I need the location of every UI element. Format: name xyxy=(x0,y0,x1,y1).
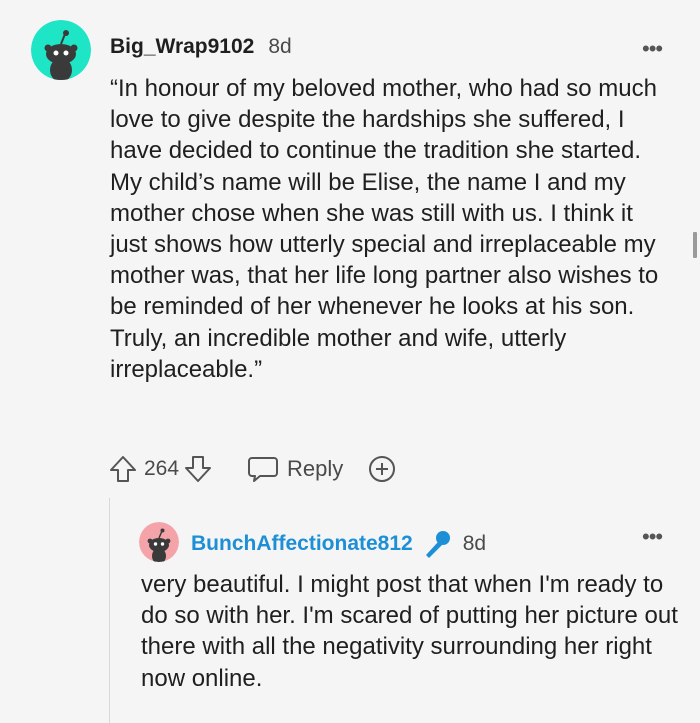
reply-icon xyxy=(248,457,279,482)
comment-body: very beautiful. I might post that when I… xyxy=(141,571,678,692)
microphone-icon xyxy=(425,531,450,558)
snoo-avatar-icon xyxy=(139,522,179,562)
thread-line[interactable] xyxy=(109,498,110,723)
reply-label: Reply xyxy=(287,456,344,481)
comment-age: 8d xyxy=(462,532,487,555)
comment-meta: BunchAffectionate812 8d xyxy=(191,528,486,560)
upvote-icon[interactable] xyxy=(108,454,138,484)
award-icon[interactable] xyxy=(367,454,397,484)
snoo-avatar-icon xyxy=(31,20,91,80)
vote-score: 264 xyxy=(144,457,180,480)
username[interactable]: Big_Wrap9102 xyxy=(110,35,254,59)
more-horizontal-icon[interactable]: ••• xyxy=(642,526,663,548)
comment-age: 8d xyxy=(268,35,292,58)
comment-meta: Big_Wrap9102 8d xyxy=(110,35,292,59)
downvote-icon[interactable] xyxy=(183,454,213,484)
avatar[interactable] xyxy=(31,20,91,80)
comment-body: “In honour of my beloved mother, who had… xyxy=(110,75,659,383)
more-horizontal-icon[interactable]: ••• xyxy=(642,38,663,60)
reply-button[interactable]: Reply xyxy=(247,454,343,484)
scroll-indicator[interactable] xyxy=(693,232,697,258)
username[interactable]: BunchAffectionate812 xyxy=(191,532,413,556)
comment-actions: 264 Reply xyxy=(108,452,397,486)
avatar[interactable] xyxy=(139,522,179,562)
